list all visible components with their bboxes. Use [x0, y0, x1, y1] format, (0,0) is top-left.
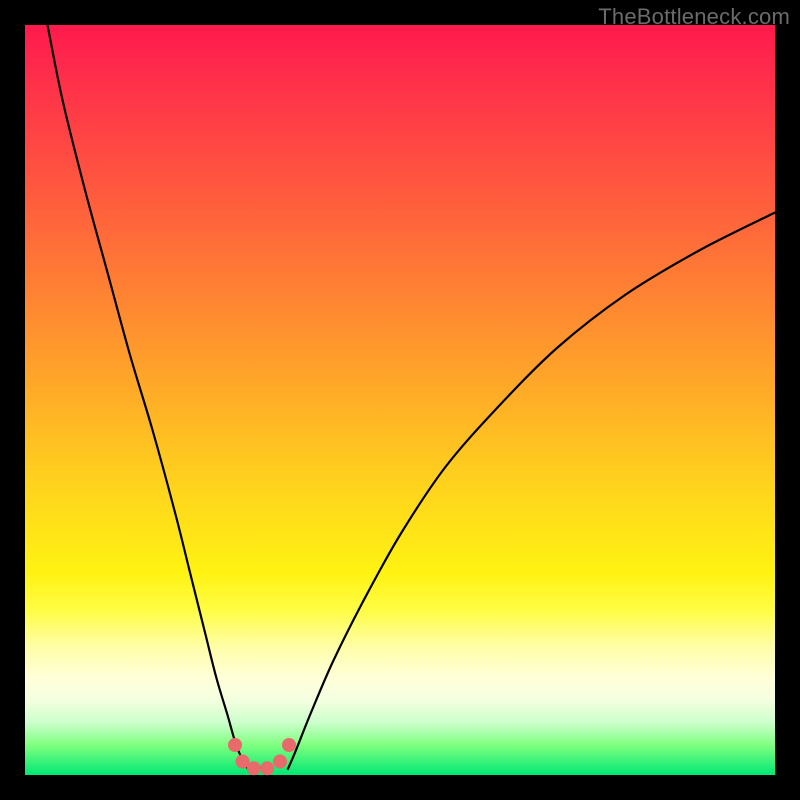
- chart-area: [25, 25, 775, 775]
- dot: [282, 738, 296, 752]
- curve-layer: [25, 25, 775, 775]
- curve-right: [288, 213, 776, 770]
- dot: [260, 761, 274, 775]
- watermark-text: TheBottleneck.com: [598, 4, 790, 30]
- dot: [247, 761, 261, 775]
- bottom-dots: [228, 738, 296, 775]
- dot: [273, 755, 287, 769]
- dot: [228, 738, 242, 752]
- curve-left: [48, 25, 249, 770]
